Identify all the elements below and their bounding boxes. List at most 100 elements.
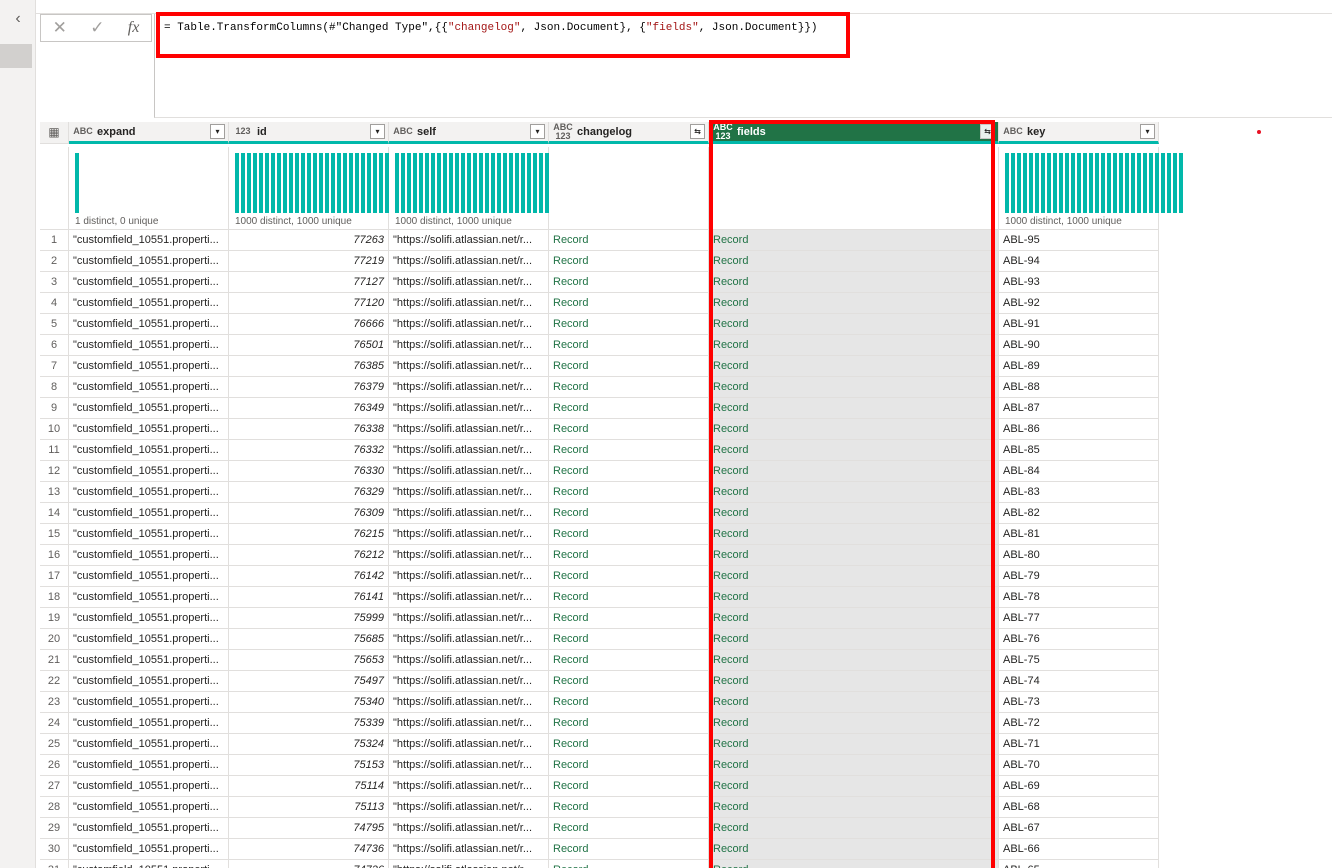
cell-key[interactable]: ABL-80 xyxy=(999,545,1159,566)
fx-icon[interactable]: fx xyxy=(128,18,140,38)
cell-self[interactable]: "https://solifi.atlassian.net/r... xyxy=(389,272,549,293)
cell-expand[interactable]: "customfield_10551.properti... xyxy=(69,293,229,314)
cell-changelog-record-link[interactable]: Record xyxy=(549,797,709,818)
cell-key[interactable]: ABL-78 xyxy=(999,587,1159,608)
cell-expand[interactable]: "customfield_10551.properti... xyxy=(69,755,229,776)
cell-id[interactable]: 77120 xyxy=(229,293,389,314)
cell-self[interactable]: "https://solifi.atlassian.net/r... xyxy=(389,314,549,335)
type-icon[interactable]: ABC xyxy=(392,127,414,136)
cell-changelog-record-link[interactable]: Record xyxy=(549,314,709,335)
cell-changelog-record-link[interactable]: Record xyxy=(549,503,709,524)
cell-changelog-record-link[interactable]: Record xyxy=(549,293,709,314)
cell-expand[interactable]: "customfield_10551.properti... xyxy=(69,377,229,398)
cell-self[interactable]: "https://solifi.atlassian.net/r... xyxy=(389,608,549,629)
cell-changelog-record-link[interactable]: Record xyxy=(549,755,709,776)
cell-id[interactable]: 75114 xyxy=(229,776,389,797)
cell-expand[interactable]: "customfield_10551.properti... xyxy=(69,461,229,482)
cell-expand[interactable]: "customfield_10551.properti... xyxy=(69,335,229,356)
cell-expand[interactable]: "customfield_10551.properti... xyxy=(69,860,229,868)
cell-id[interactable]: 76330 xyxy=(229,461,389,482)
cell-expand[interactable]: "customfield_10551.properti... xyxy=(69,545,229,566)
cell-changelog-record-link[interactable]: Record xyxy=(549,650,709,671)
cell-key[interactable]: ABL-67 xyxy=(999,818,1159,839)
cell-self[interactable]: "https://solifi.atlassian.net/r... xyxy=(389,398,549,419)
cell-id[interactable]: 75153 xyxy=(229,755,389,776)
cell-key[interactable]: ABL-73 xyxy=(999,692,1159,713)
cell-expand[interactable]: "customfield_10551.properti... xyxy=(69,440,229,461)
cell-changelog-record-link[interactable]: Record xyxy=(549,587,709,608)
cell-key[interactable]: ABL-71 xyxy=(999,734,1159,755)
cell-changelog-record-link[interactable]: Record xyxy=(549,524,709,545)
cell-changelog-record-link[interactable]: Record xyxy=(549,839,709,860)
cell-expand[interactable]: "customfield_10551.properti... xyxy=(69,356,229,377)
filter-dropdown-icon[interactable]: ▾ xyxy=(210,124,225,139)
cell-id[interactable]: 74795 xyxy=(229,818,389,839)
cell-expand[interactable]: "customfield_10551.properti... xyxy=(69,692,229,713)
column-header-expand[interactable]: ABC expand ▾ xyxy=(69,122,229,144)
cell-key[interactable]: ABL-91 xyxy=(999,314,1159,335)
cell-key[interactable]: ABL-95 xyxy=(999,230,1159,251)
cell-id[interactable]: 76379 xyxy=(229,377,389,398)
cell-self[interactable]: "https://solifi.atlassian.net/r... xyxy=(389,293,549,314)
cell-key[interactable]: ABL-79 xyxy=(999,566,1159,587)
cell-expand[interactable]: "customfield_10551.properti... xyxy=(69,797,229,818)
cell-id[interactable]: 74736 xyxy=(229,839,389,860)
cell-changelog-record-link[interactable]: Record xyxy=(549,692,709,713)
cell-changelog-record-link[interactable]: Record xyxy=(549,356,709,377)
cell-id[interactable]: 75653 xyxy=(229,650,389,671)
cell-expand[interactable]: "customfield_10551.properti... xyxy=(69,524,229,545)
cell-changelog-record-link[interactable]: Record xyxy=(549,818,709,839)
cell-expand[interactable]: "customfield_10551.properti... xyxy=(69,713,229,734)
cell-expand[interactable]: "customfield_10551.properti... xyxy=(69,629,229,650)
cell-key[interactable]: ABL-65 xyxy=(999,860,1159,868)
cell-expand[interactable]: "customfield_10551.properti... xyxy=(69,419,229,440)
cell-id[interactable]: 75339 xyxy=(229,713,389,734)
cell-self[interactable]: "https://solifi.atlassian.net/r... xyxy=(389,335,549,356)
column-header-self[interactable]: ABC self ▾ xyxy=(389,122,549,144)
type-icon[interactable]: ABC xyxy=(72,127,94,136)
cell-id[interactable]: 74726 xyxy=(229,860,389,868)
cell-expand[interactable]: "customfield_10551.properti... xyxy=(69,482,229,503)
cancel-icon[interactable]: ✕ xyxy=(53,18,67,38)
cell-self[interactable]: "https://solifi.atlassian.net/r... xyxy=(389,440,549,461)
cell-key[interactable]: ABL-94 xyxy=(999,251,1159,272)
cell-self[interactable]: "https://solifi.atlassian.net/r... xyxy=(389,692,549,713)
cell-key[interactable]: ABL-86 xyxy=(999,419,1159,440)
cell-key[interactable]: ABL-72 xyxy=(999,713,1159,734)
cell-key[interactable]: ABL-66 xyxy=(999,839,1159,860)
cell-key[interactable]: ABL-90 xyxy=(999,335,1159,356)
cell-id[interactable]: 75999 xyxy=(229,608,389,629)
cell-key[interactable]: ABL-74 xyxy=(999,671,1159,692)
cell-key[interactable]: ABL-82 xyxy=(999,503,1159,524)
cell-changelog-record-link[interactable]: Record xyxy=(549,251,709,272)
cell-key[interactable]: ABL-88 xyxy=(999,377,1159,398)
cell-key[interactable]: ABL-89 xyxy=(999,356,1159,377)
column-header-changelog[interactable]: ABC 123 changelog ⇆ xyxy=(549,122,709,144)
cell-key[interactable]: ABL-87 xyxy=(999,398,1159,419)
cell-changelog-record-link[interactable]: Record xyxy=(549,482,709,503)
cell-id[interactable]: 76141 xyxy=(229,587,389,608)
cell-self[interactable]: "https://solifi.atlassian.net/r... xyxy=(389,566,549,587)
cell-id[interactable]: 75113 xyxy=(229,797,389,818)
cell-self[interactable]: "https://solifi.atlassian.net/r... xyxy=(389,251,549,272)
cell-key[interactable]: ABL-84 xyxy=(999,461,1159,482)
cell-self[interactable]: "https://solifi.atlassian.net/r... xyxy=(389,377,549,398)
cell-self[interactable]: "https://solifi.atlassian.net/r... xyxy=(389,797,549,818)
query-list-item[interactable] xyxy=(0,44,32,68)
cell-changelog-record-link[interactable]: Record xyxy=(549,671,709,692)
cell-expand[interactable]: "customfield_10551.properti... xyxy=(69,650,229,671)
cell-key[interactable]: ABL-93 xyxy=(999,272,1159,293)
cell-expand[interactable]: "customfield_10551.properti... xyxy=(69,671,229,692)
chevron-left-icon[interactable]: ‹ xyxy=(10,10,26,28)
cell-changelog-record-link[interactable]: Record xyxy=(549,629,709,650)
cell-expand[interactable]: "customfield_10551.properti... xyxy=(69,566,229,587)
cell-key[interactable]: ABL-83 xyxy=(999,482,1159,503)
cell-expand[interactable]: "customfield_10551.properti... xyxy=(69,587,229,608)
cell-self[interactable]: "https://solifi.atlassian.net/r... xyxy=(389,818,549,839)
cell-changelog-record-link[interactable]: Record xyxy=(549,734,709,755)
cell-key[interactable]: ABL-69 xyxy=(999,776,1159,797)
cell-key[interactable]: ABL-92 xyxy=(999,293,1159,314)
cell-self[interactable]: "https://solifi.atlassian.net/r... xyxy=(389,482,549,503)
cell-id[interactable]: 76501 xyxy=(229,335,389,356)
cell-self[interactable]: "https://solifi.atlassian.net/r... xyxy=(389,671,549,692)
